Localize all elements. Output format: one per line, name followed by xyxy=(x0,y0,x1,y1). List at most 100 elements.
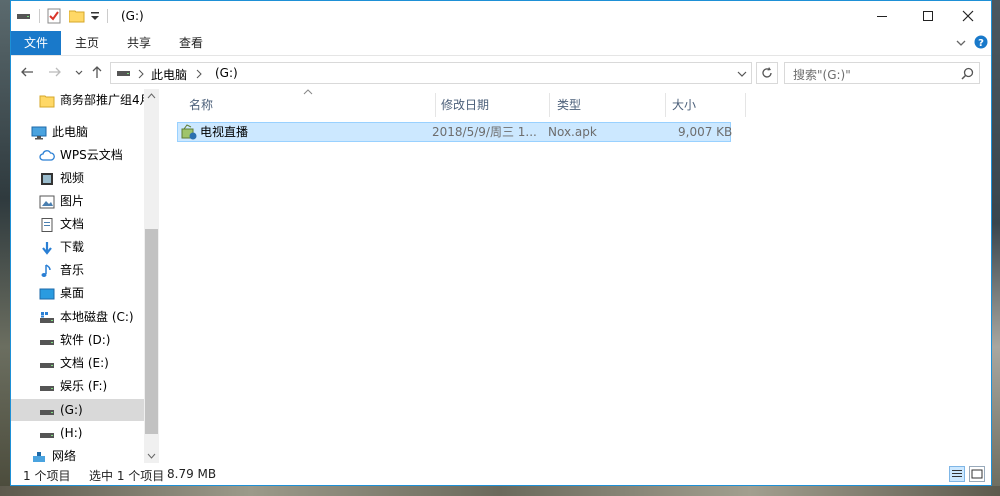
sidebar-item[interactable]: 下载 xyxy=(11,236,144,258)
sidebar-item[interactable]: WPS云文档 xyxy=(11,144,144,166)
file-row[interactable]: 电视直播 2018/5/9/周三 1... Nox.apk 9,007 KB xyxy=(177,122,732,142)
sidebar-item[interactable]: 图片 xyxy=(11,190,144,212)
large-icons-view-button[interactable] xyxy=(969,466,985,482)
drive-icon xyxy=(39,356,55,370)
sidebar-item-label: 文档 xyxy=(60,217,85,231)
column-header-name[interactable]: 名称 xyxy=(189,93,213,117)
chevron-down-icon xyxy=(75,70,83,75)
help-icon: ? xyxy=(974,35,988,49)
column-header-date[interactable]: 修改日期 xyxy=(441,93,489,117)
minimize-button[interactable] xyxy=(859,1,905,31)
minimize-icon xyxy=(877,16,887,17)
navigation-bar: 此电脑 (G:) 搜索"(G:)" xyxy=(11,59,991,89)
expand-ribbon-button[interactable] xyxy=(955,37,967,52)
forward-button[interactable] xyxy=(47,65,63,81)
navigation-pane: 商务部推广组4月 此电脑 WPS云文档视频图片文档下载音乐桌面本地磁盘 (C:) 软件… xyxy=(11,89,159,463)
window-title: (G:) xyxy=(121,9,144,23)
title-bar: (G:) xyxy=(11,1,991,31)
column-divider[interactable] xyxy=(745,93,746,117)
sidebar-item[interactable]: 网络 xyxy=(11,445,144,463)
sidebar-item-label: (H:) xyxy=(60,426,83,440)
sidebar-item[interactable]: 桌面 xyxy=(11,282,144,304)
close-button[interactable] xyxy=(945,1,991,31)
sidebar-item-label: 图片 xyxy=(60,194,85,208)
details-view-button[interactable] xyxy=(949,466,965,482)
explorer-window: (G:) 文件 主页 共享 查看 ? 此电脑 (G:) 搜索"(G:)" 商务部… xyxy=(10,0,992,486)
desktop-background-right xyxy=(992,0,1000,496)
sidebar-item[interactable]: 文档 xyxy=(11,213,144,235)
back-button[interactable] xyxy=(19,65,35,81)
file-date: 2018/5/9/周三 1... xyxy=(432,125,536,139)
sidebar-item[interactable]: (H:) xyxy=(11,422,144,444)
sidebar-item[interactable]: 视频 xyxy=(11,167,144,189)
new-folder-icon[interactable] xyxy=(69,8,85,24)
music-icon xyxy=(39,263,55,277)
selected-count: 选中 1 个项目 xyxy=(89,469,165,483)
navigation-scrollbar[interactable] xyxy=(144,89,159,463)
system-drive-icon xyxy=(39,310,55,324)
refresh-button[interactable] xyxy=(756,62,778,84)
sidebar-item-label: (G:) xyxy=(60,403,83,417)
sort-ascending-icon xyxy=(303,89,313,95)
sidebar-item[interactable]: 本地磁盘 (C:) xyxy=(11,306,144,328)
sidebar-item[interactable]: 软件 (D:) xyxy=(11,329,144,351)
tab-file[interactable]: 文件 xyxy=(11,31,61,55)
up-button[interactable] xyxy=(89,65,105,81)
drive-icon xyxy=(117,71,130,76)
sidebar-item[interactable]: 音乐 xyxy=(11,259,144,281)
folder-icon xyxy=(39,93,55,108)
chevron-right-icon xyxy=(138,69,144,79)
baidu-watermark: Bai du 经验 xyxy=(781,383,982,432)
sidebar-item-label: 视频 xyxy=(60,171,85,185)
column-header-type[interactable]: 类型 xyxy=(557,93,581,117)
large-icons-view-icon xyxy=(971,469,983,479)
help-button[interactable]: ? xyxy=(974,35,988,52)
selected-size: 8.79 MB xyxy=(167,467,217,481)
tab-share[interactable]: 共享 xyxy=(117,31,161,55)
column-divider[interactable] xyxy=(665,93,666,117)
drive-icon xyxy=(39,403,55,417)
details-view-icon xyxy=(952,470,962,477)
address-bar[interactable]: 此电脑 (G:) xyxy=(110,62,752,84)
tab-home[interactable]: 主页 xyxy=(65,31,109,55)
chevron-down-icon xyxy=(956,40,966,46)
column-header-size[interactable]: 大小 xyxy=(672,93,696,117)
download-icon xyxy=(39,240,55,255)
picture-icon xyxy=(39,194,55,209)
properties-icon[interactable] xyxy=(47,8,61,24)
scroll-up-icon[interactable] xyxy=(147,93,156,99)
sidebar-item-label: 文档 (E:) xyxy=(60,356,109,370)
sidebar-item-label: 下载 xyxy=(60,240,85,254)
svg-text:?: ? xyxy=(978,38,984,49)
tab-view[interactable]: 查看 xyxy=(169,31,213,55)
separator xyxy=(107,8,109,24)
scroll-down-icon[interactable] xyxy=(147,453,156,459)
network-icon xyxy=(31,449,47,463)
recent-locations-button[interactable] xyxy=(71,65,87,81)
file-name[interactable]: 电视直播 xyxy=(200,123,248,141)
sidebar-item-label: 桌面 xyxy=(60,286,85,300)
column-divider[interactable] xyxy=(435,93,436,117)
sidebar-item[interactable]: 此电脑 xyxy=(11,121,144,143)
scrollbar-thumb[interactable] xyxy=(145,229,158,434)
pc-icon xyxy=(31,125,47,140)
desktop-icon xyxy=(39,286,55,300)
search-icon[interactable] xyxy=(961,67,974,80)
address-dropdown-icon[interactable] xyxy=(737,69,747,79)
maximize-icon xyxy=(923,11,933,21)
search-placeholder: 搜索"(G:)" xyxy=(793,68,851,82)
sidebar-item[interactable]: (G:) xyxy=(11,399,144,421)
item-count: 1 个项目 xyxy=(23,469,71,483)
close-icon xyxy=(962,10,974,22)
desktop-background-left xyxy=(0,0,10,496)
sidebar-item-label: 娱乐 (F:) xyxy=(60,379,108,393)
sidebar-item[interactable]: 商务部推广组4月 xyxy=(11,89,152,111)
customize-quick-access-icon[interactable] xyxy=(90,8,100,24)
breadcrumb-this-pc[interactable]: 此电脑 xyxy=(151,66,187,83)
sidebar-item[interactable]: 娱乐 (F:) xyxy=(11,375,144,397)
breadcrumb-drive-g[interactable]: (G:) xyxy=(215,66,238,80)
column-divider[interactable] xyxy=(549,93,550,117)
search-input[interactable]: 搜索"(G:)" xyxy=(784,62,980,84)
sidebar-item-label: 网络 xyxy=(52,449,77,463)
sidebar-item[interactable]: 文档 (E:) xyxy=(11,352,144,374)
